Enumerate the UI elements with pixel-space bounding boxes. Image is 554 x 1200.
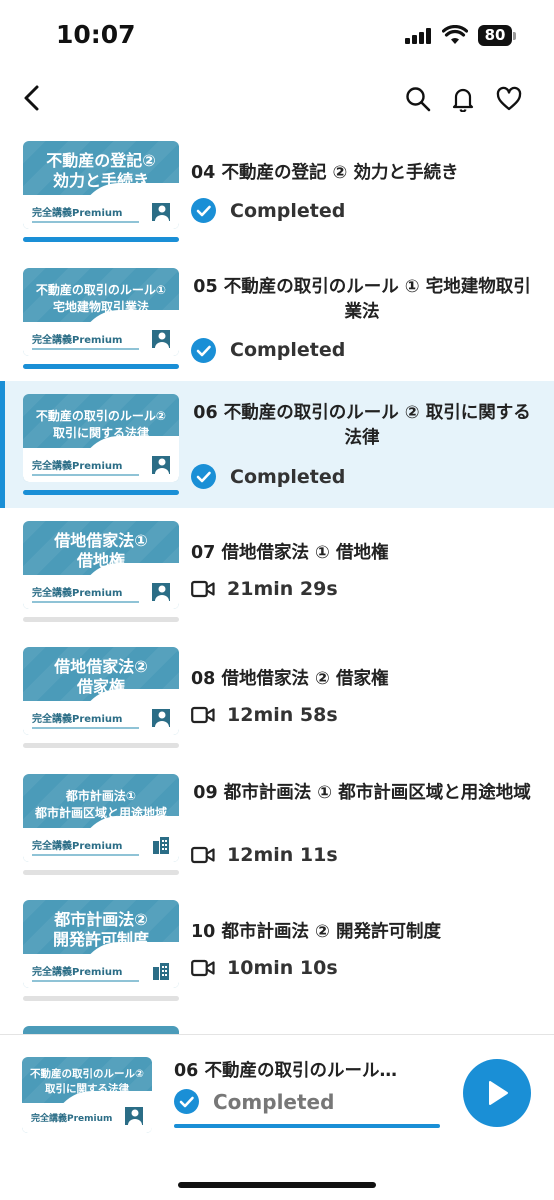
lecture-title: 05 不動産の取引のルール ① 宅地建物取引業法 (193, 276, 531, 322)
thumbnail-title: 不動産の取引のルール② 取引に関する法律 (30, 1068, 144, 1096)
video-duration: 21min 29s (191, 578, 338, 600)
thumbnail-brand: 完全講義Premium (32, 840, 123, 852)
player-title: 06 不動産の取引のルール… (174, 1061, 397, 1081)
lecture-item-05[interactable]: 不動産の取引のルール① 宅地建物取引業法 完全講義Premium 05 不動産の… (0, 255, 554, 382)
video-duration: 12min 58s (191, 704, 338, 726)
lecture-item-10[interactable]: 都市計画法② 開発許可制度 完全講義Premium 10 都市計画法 ② 開発許… (0, 887, 554, 1014)
completion-status: Completed (191, 337, 346, 363)
lecture-title: 10 都市計画法 ② 開発許可制度 (191, 922, 441, 942)
thumbnail-title: 借地借家法② 借家権 (54, 657, 148, 696)
lecturer-icon (152, 456, 170, 474)
video-camera-icon (191, 706, 215, 724)
wifi-icon (442, 25, 468, 44)
video-camera-icon (191, 959, 215, 977)
lecture-title: 09 都市計画法 ① 都市計画区域と用途地域 (193, 782, 531, 803)
watch-progress (23, 996, 179, 1001)
watch-progress (23, 743, 179, 748)
thumbnail-title: 不動産の取引のルール① 宅地建物取引業法 (35, 282, 167, 314)
thumbnail-brand: 完全講義Premium (31, 1114, 113, 1124)
lecture-title: 08 借地借家法 ② 借家権 (191, 669, 389, 689)
check-circle-icon (191, 464, 216, 489)
lecturer-icon (152, 582, 170, 601)
lecture-thumbnail: 不動産の取引のルール① 宅地建物取引業法 完全講義Premium (23, 267, 179, 356)
thumbnail-title: 都市計画法① 都市計画区域と用途地域 (34, 788, 167, 820)
thumbnail-brand: 完全講義Premium (32, 714, 123, 725)
player-status-label: Completed (213, 1089, 335, 1114)
thumbnail-brand: 完全講義Premium (32, 461, 123, 472)
video-duration: 10min 10s (191, 957, 338, 979)
building-icon (153, 963, 169, 980)
status-label: Completed (230, 339, 346, 361)
player-progress-bar[interactable] (174, 1124, 440, 1128)
lecturer-icon (125, 1107, 143, 1125)
cellular-signal-icon (405, 28, 433, 44)
building-icon (153, 836, 169, 854)
duration-label: 12min 11s (227, 843, 338, 866)
play-button[interactable] (463, 1059, 531, 1127)
watch-progress (23, 490, 179, 495)
lecture-thumbnail: 不動産の登記② 効力と手続き 完全講義Premium (23, 141, 179, 229)
lecture-item-04[interactable]: 不動産の登記② 効力と手続き 完全講義Premium 04 不動産の登記 ② 効… (0, 128, 554, 255)
lecture-item-06[interactable]: 不動産の取引のルール② 取引に関する法律 完全講義Premium 06 不動産の… (0, 381, 554, 508)
video-duration: 12min 11s (191, 844, 338, 866)
status-bar: 10:07 80 (0, 0, 554, 70)
lecture-title: 06 不動産の取引のルール ② 取引に関する法律 (193, 403, 531, 448)
lecture-title: 07 借地借家法 ① 借地権 (191, 542, 389, 563)
lecture-thumbnail: 不動産の取引のルール② 取引に関する法律 完全講義Premium (23, 394, 179, 482)
lecture-item-08[interactable]: 借地借家法② 借家権 完全講義Premium 08 借地借家法 ② 借家権 12… (0, 634, 554, 761)
watch-progress (23, 869, 179, 875)
play-icon (489, 1081, 508, 1105)
player-status: Completed (174, 1089, 334, 1114)
mini-player[interactable]: 不動産の取引のルール② 取引に関する法律 完全講義Premium 06 不動産の… (0, 1034, 554, 1200)
lecturer-icon (152, 709, 170, 727)
watch-progress (23, 237, 179, 242)
home-indicator[interactable] (178, 1182, 376, 1188)
watch-progress (23, 616, 179, 622)
status-label: Completed (230, 465, 346, 488)
video-camera-icon (191, 580, 215, 597)
bell-icon[interactable] (450, 86, 476, 112)
lecture-thumbnail: 借地借家法② 借家権 完全講義Premium (23, 647, 179, 735)
video-camera-icon (191, 846, 215, 863)
thumbnail-brand: 完全講義Premium (32, 967, 123, 978)
battery-indicator: 80 (478, 25, 512, 46)
lecture-item-07[interactable]: 借地借家法① 借地権 完全講義Premium 07 借地借家法 ① 借地権 21… (0, 508, 554, 635)
thumbnail-title: 不動産の取引のルール② 取引に関する法律 (35, 409, 167, 441)
heart-icon[interactable] (496, 86, 522, 112)
thumbnail-title: 借地借家法① 借地権 (54, 530, 148, 570)
lecture-thumbnail: 都市計画法② 開発許可制度 完全講義Premium (23, 900, 179, 988)
lecture-title: 04 不動産の登記 ② 効力と手続き (191, 163, 459, 183)
thumbnail-brand: 完全講義Premium (32, 334, 123, 346)
clock: 10:07 (56, 20, 136, 49)
thumbnail-brand: 完全講義Premium (32, 587, 123, 599)
lecture-thumbnail: 借地借家法① 借地権 完全講義Premium (23, 520, 179, 609)
lecturer-icon (152, 329, 170, 348)
thumbnail-title: 不動産の登記② 効力と手続き (46, 151, 156, 190)
player-thumbnail: 不動産の取引のルール② 取引に関する法律 完全講義Premium (22, 1057, 152, 1133)
completion-status: Completed (191, 464, 345, 489)
back-icon[interactable] (20, 84, 44, 112)
lecture-list: 不動産の登記② 効力と手続き 完全講義Premium 04 不動産の登記 ② 効… (0, 128, 554, 1014)
duration-label: 10min 10s (227, 957, 338, 979)
thumbnail-title: 都市計画法② 開発許可制度 (52, 910, 149, 949)
duration-label: 12min 58s (227, 704, 338, 726)
battery-tip (513, 32, 516, 40)
thumbnail-brand: 完全講義Premium (32, 208, 123, 219)
duration-label: 21min 29s (227, 577, 338, 600)
lecturer-icon (152, 203, 170, 221)
check-circle-icon (174, 1089, 199, 1114)
search-icon[interactable] (405, 86, 431, 112)
check-circle-icon (191, 198, 216, 223)
check-circle-icon (191, 337, 216, 363)
lecture-thumbnail: 都市計画法① 都市計画区域と用途地域 完全講義Premium (23, 773, 179, 862)
lecture-item-09[interactable]: 都市計画法① 都市計画区域と用途地域 完全講義Premium 09 都市計画法 … (0, 761, 554, 888)
status-label: Completed (230, 199, 346, 222)
completion-status: Completed (191, 198, 345, 223)
watch-progress (23, 363, 179, 369)
